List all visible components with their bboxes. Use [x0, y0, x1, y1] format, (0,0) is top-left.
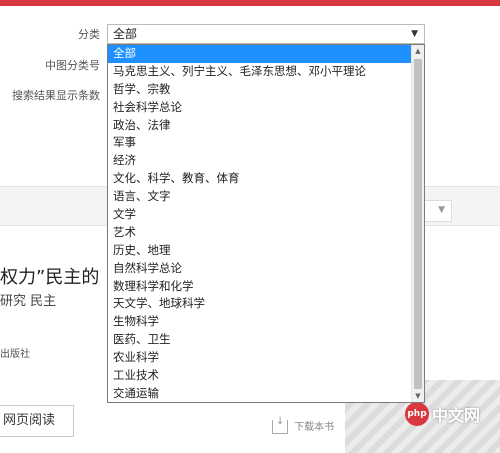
book-subject: 研究 民主 [0, 294, 57, 309]
top-accent-bar [0, 0, 500, 6]
dropdown-option[interactable]: 历史、地理 [108, 242, 411, 260]
chevron-down-icon: ▼ [438, 205, 445, 215]
scroll-thumb[interactable] [414, 59, 422, 389]
dropdown-option[interactable]: 全部 [108, 45, 411, 63]
dropdown-option[interactable]: 经济 [108, 152, 411, 170]
dropdown-option[interactable]: 马克思主义、列宁主义、毛泽东思想、邓小平理论 [108, 63, 411, 81]
dropdown-option[interactable]: 语言、文字 [108, 188, 411, 206]
dropdown-option[interactable]: 医药、卫生 [108, 331, 411, 349]
scroll-down-arrow-icon[interactable]: ▼ [412, 390, 424, 402]
category-select[interactable]: 全部 ▼ [107, 24, 425, 44]
book-publisher: 出版社 [0, 349, 30, 360]
dropdown-option[interactable]: 艺术 [108, 224, 411, 242]
dropdown-option[interactable]: 哲学、宗教 [108, 81, 411, 99]
dropdown-scrollbar[interactable]: ▲ ▼ [411, 45, 424, 402]
clc-number-label: 中图分类号 [45, 59, 100, 72]
category-label: 分类 [78, 28, 100, 41]
dropdown-option[interactable]: 生物科学 [108, 313, 411, 331]
book-title[interactable]: 权力”民主的 [0, 263, 99, 289]
dropdown-option[interactable]: 社会科学总论 [108, 99, 411, 117]
dropdown-option[interactable]: 天文学、地球科学 [108, 295, 411, 313]
dropdown-option[interactable]: 农业科学 [108, 349, 411, 367]
category-options: 全部 马克思主义、列宁主义、毛泽东思想、邓小平理论 哲学、宗教 社会科学总论 政治、法律… [108, 45, 411, 402]
dropdown-option[interactable]: 军事 [108, 134, 411, 152]
category-select-value: 全部 [113, 27, 138, 41]
web-read-button[interactable]: 网页阅读 [0, 405, 74, 437]
chevron-down-icon: ▼ [411, 29, 418, 39]
dropdown-option[interactable]: 文学 [108, 206, 411, 224]
download-book-link[interactable]: 下载本书 [272, 416, 335, 436]
dropdown-option[interactable]: 交通运输 [108, 385, 411, 402]
dropdown-option[interactable]: 政治、法律 [108, 117, 411, 135]
category-dropdown-list[interactable]: 全部 马克思主义、列宁主义、毛泽东思想、邓小平理论 哲学、宗教 社会科学总论 政治、法律… [107, 44, 425, 403]
dropdown-option[interactable]: 数理科学和化学 [108, 278, 411, 296]
download-label: 下载本书 [294, 422, 335, 433]
dropdown-option[interactable]: 文化、科学、教育、体育 [108, 170, 411, 188]
scroll-up-arrow-icon[interactable]: ▲ [412, 45, 424, 57]
dropdown-option[interactable]: 自然科学总论 [108, 260, 411, 278]
results-count-label: 搜索结果显示条数 [12, 89, 100, 102]
dropdown-option[interactable]: 工业技术 [108, 367, 411, 385]
php-logo-icon: php [405, 402, 429, 426]
watermark-text: 中文网 [432, 406, 481, 425]
download-icon [272, 416, 288, 434]
